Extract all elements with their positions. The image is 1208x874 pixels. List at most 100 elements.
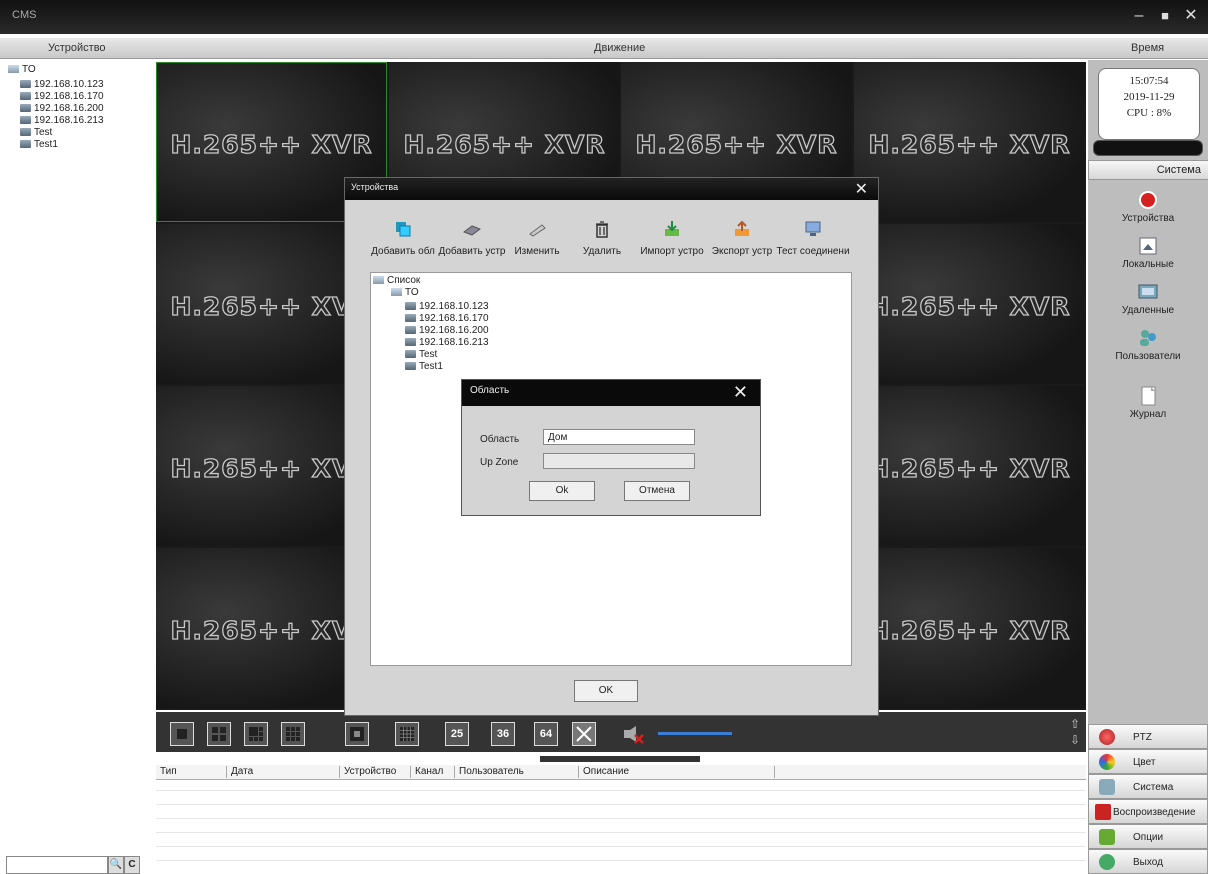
- layout-36-button[interactable]: 36: [491, 722, 515, 746]
- clock-date: 2019-11-29: [1123, 91, 1175, 103]
- search-icon[interactable]: 🔍: [108, 856, 124, 874]
- import-devices-button[interactable]: Импорт устро: [636, 214, 708, 257]
- dialog-tree-device[interactable]: 192.168.16.170: [405, 313, 489, 325]
- layout-6-button[interactable]: [244, 722, 268, 746]
- clapperboard-icon: [1095, 804, 1111, 820]
- exit-menu-item[interactable]: Выход: [1088, 849, 1208, 874]
- system-menu-item[interactable]: Система: [1088, 774, 1208, 799]
- log-table-header: Тип Дата Устройство Канал Пользователь О…: [156, 765, 1086, 780]
- local-settings-button[interactable]: Локальные: [1088, 236, 1208, 270]
- layout-16-button[interactable]: [395, 722, 419, 746]
- col-type[interactable]: Тип: [156, 766, 177, 778]
- layout-1-button[interactable]: [170, 722, 194, 746]
- users-button[interactable]: Пользователи: [1088, 328, 1208, 362]
- col-device[interactable]: Устройство: [339, 766, 396, 778]
- layout-64-button[interactable]: 64: [534, 722, 558, 746]
- video-channel-cell[interactable]: H.265++ XVR: [854, 386, 1085, 546]
- scroll-arrows-icon[interactable]: ⇧ ⇩: [1068, 716, 1082, 748]
- video-channel-cell[interactable]: H.265++ XVR: [854, 62, 1085, 222]
- camera-icon: [20, 92, 31, 101]
- device-search-input[interactable]: [6, 856, 108, 874]
- import-icon: [665, 221, 679, 236]
- devices-dialog-close-icon[interactable]: ✕: [855, 179, 868, 199]
- refresh-icon[interactable]: C: [124, 856, 140, 874]
- layout-13-button[interactable]: [345, 722, 369, 746]
- tree-device[interactable]: 192.168.16.170: [20, 91, 104, 103]
- area-dialog-close-icon[interactable]: ✕: [733, 382, 748, 403]
- col-date[interactable]: Дата: [226, 766, 253, 778]
- devices-button[interactable]: Устройства: [1088, 190, 1208, 224]
- time-header: Время: [1131, 42, 1165, 54]
- upzone-select[interactable]: [543, 453, 695, 469]
- playback-menu-item[interactable]: Воспроизведение: [1088, 799, 1208, 824]
- journal-button[interactable]: Журнал: [1088, 386, 1208, 420]
- close-button[interactable]: ✕: [1180, 6, 1202, 26]
- layout-4-button[interactable]: [207, 722, 231, 746]
- col-description[interactable]: Описание: [578, 766, 629, 778]
- devices-dialog-ok-button[interactable]: OK: [574, 680, 638, 702]
- channel-brand-text: H.265++ XVR: [868, 615, 1071, 645]
- area-ok-button[interactable]: Ok: [529, 481, 595, 501]
- dialog-tree-device[interactable]: 192.168.10.123: [405, 301, 489, 313]
- edit-button[interactable]: Изменить: [508, 214, 566, 257]
- add-device-button[interactable]: Добавить устр: [436, 214, 508, 257]
- camera-icon: [20, 80, 31, 89]
- area-label: Область: [480, 434, 520, 445]
- layout-25-button[interactable]: 25: [445, 722, 469, 746]
- cpu-bar: [1093, 140, 1203, 156]
- add-area-button[interactable]: Добавить обл: [370, 214, 436, 257]
- dialog-tree-device[interactable]: Test: [405, 349, 437, 361]
- volume-slider[interactable]: [658, 732, 732, 735]
- color-menu-item[interactable]: Цвет: [1088, 749, 1208, 774]
- mute-audio-icon[interactable]: [622, 724, 646, 744]
- minimize-button[interactable]: –: [1128, 6, 1150, 26]
- dialog-tree-root[interactable]: Список: [373, 275, 420, 287]
- layout-9-button[interactable]: [281, 722, 305, 746]
- camera-icon: [20, 128, 31, 137]
- options-menu-item[interactable]: Опции: [1088, 824, 1208, 849]
- camera-icon: [20, 104, 31, 113]
- layout-toolbar: 25 36 64 ⇧ ⇩: [156, 712, 1086, 752]
- local-config-icon: [1139, 237, 1157, 255]
- area-cancel-button[interactable]: Отмена: [624, 481, 690, 501]
- system-tab[interactable]: Система: [1088, 160, 1208, 180]
- tree-device[interactable]: 192.168.16.213: [20, 115, 104, 127]
- maximize-button[interactable]: ■: [1154, 6, 1176, 26]
- channel-brand-text: H.265++ XVR: [868, 291, 1071, 321]
- channel-brand-text: H.265++ XVR: [635, 129, 838, 159]
- ptz-menu-item[interactable]: PTZ: [1088, 724, 1208, 749]
- test-connection-button[interactable]: Тест соединени: [776, 214, 850, 257]
- grid-4-icon: [212, 727, 226, 741]
- edit-icon: [529, 224, 546, 237]
- camera-icon: [20, 140, 31, 149]
- col-user[interactable]: Пользователь: [454, 766, 524, 778]
- log-table-row: [156, 860, 1086, 861]
- tree-device[interactable]: 192.168.16.200: [20, 103, 104, 115]
- video-channel-cell[interactable]: H.265++ XVR: [854, 548, 1085, 708]
- splitter-handle[interactable]: [540, 756, 700, 762]
- channel-brand-text: H.265++ XVR: [403, 129, 606, 159]
- status-clock: 15:07:54 2019-11-29 CPU : 8%: [1098, 68, 1200, 140]
- remote-settings-button[interactable]: Удаленные: [1088, 282, 1208, 316]
- tree-device[interactable]: Test1: [20, 139, 58, 151]
- camera-icon: [405, 338, 416, 347]
- col-channel[interactable]: Канал: [410, 766, 443, 778]
- tree-root[interactable]: TO: [8, 64, 36, 76]
- dialog-tree-device[interactable]: 192.168.16.213: [405, 337, 489, 349]
- col-extra: [774, 766, 779, 778]
- tree-device[interactable]: 192.168.10.123: [20, 79, 104, 91]
- video-channel-cell[interactable]: H.265++ XVR: [854, 224, 1085, 384]
- area-name-input[interactable]: Дом: [543, 429, 695, 445]
- fullscreen-icon[interactable]: [572, 722, 596, 746]
- window-title: CMS: [12, 9, 37, 21]
- dialog-tree-device[interactable]: Test1: [405, 361, 443, 373]
- system-icon: [1099, 779, 1115, 795]
- export-devices-button[interactable]: Экспорт устр: [708, 214, 776, 257]
- camera-icon: [20, 116, 31, 125]
- dialog-tree-group[interactable]: TO: [391, 287, 419, 299]
- tree-device[interactable]: Test: [20, 127, 52, 139]
- log-table-row: [156, 790, 1086, 791]
- dialog-tree-device[interactable]: 192.168.16.200: [405, 325, 489, 337]
- export-icon: [735, 220, 749, 236]
- delete-button[interactable]: Удалить: [574, 214, 630, 257]
